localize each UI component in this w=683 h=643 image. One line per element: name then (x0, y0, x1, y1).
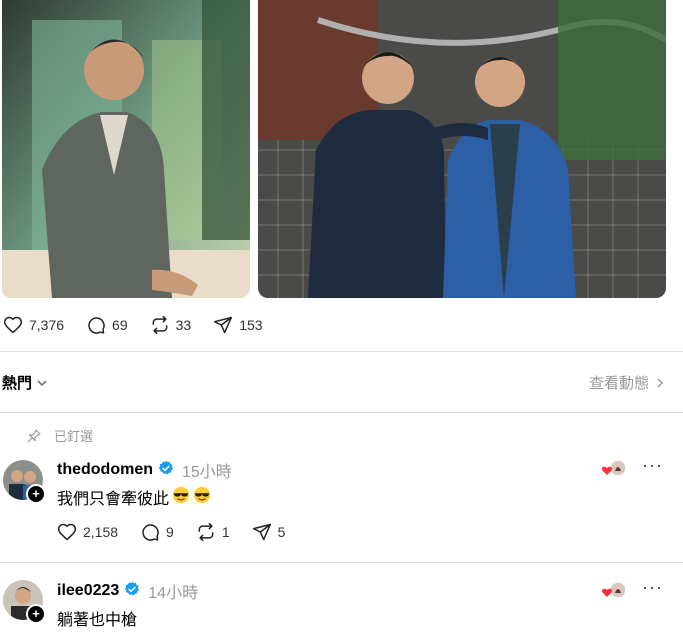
follow-plus-icon[interactable]: + (26, 604, 46, 624)
post-image-1[interactable] (2, 0, 250, 298)
post-action-bar: 7,376 69 33 153 (3, 315, 285, 335)
comment-icon (142, 524, 159, 541)
verified-badge-icon (124, 581, 140, 602)
repost-count: 1 (221, 524, 230, 540)
view-activity-label: 查看動態 (588, 375, 649, 392)
sunglasses-face-icon (193, 486, 211, 509)
send-icon (214, 316, 233, 334)
divider (0, 351, 683, 352)
chevron-down-icon (37, 379, 47, 386)
like-button[interactable]: 7,376 (3, 315, 64, 335)
comment-button[interactable]: 69 (86, 315, 128, 335)
more-options-button[interactable]: ··· (642, 455, 663, 476)
heart-icon (57, 523, 77, 541)
sunglasses-face-icon (172, 486, 190, 509)
divider (0, 562, 683, 563)
comment-text: 躺著也中槍 (57, 612, 138, 629)
follow-plus-icon[interactable]: + (26, 484, 46, 504)
more-options-button[interactable]: ··· (642, 577, 663, 598)
author-liked-indicator[interactable] (601, 580, 627, 600)
comment-username[interactable]: thedodomen (57, 461, 153, 479)
divider (0, 412, 683, 413)
repost-button[interactable]: 33 (150, 315, 192, 335)
pinned-label: 已釘選 (54, 429, 94, 444)
post-image-2[interactable] (258, 0, 666, 298)
comment-time: 15小時 (182, 464, 232, 481)
repost-button[interactable]: 1 (196, 522, 230, 542)
sort-label: 熱門 (2, 375, 33, 392)
author-liked-indicator[interactable] (601, 458, 627, 478)
comment-action-bar: 2,158 9 1 5 (57, 522, 307, 542)
pinned-indicator: 已釘選 (26, 426, 93, 445)
comment-count: 9 (166, 524, 174, 540)
repost-icon (152, 315, 168, 335)
share-button[interactable]: 5 (252, 522, 286, 542)
comment-text: 我們只會牽彼此 (57, 491, 170, 508)
comment-count: 69 (112, 317, 128, 333)
share-count: 5 (277, 524, 286, 540)
sort-dropdown[interactable]: 熱門 (2, 372, 48, 393)
comment-username[interactable]: ilee0223 (57, 582, 119, 600)
chevron-right-icon (657, 377, 664, 388)
like-button[interactable]: 2,158 (57, 522, 118, 542)
repost-icon (198, 522, 214, 542)
like-count: 7,376 (29, 317, 65, 333)
pin-icon (27, 428, 41, 442)
verified-badge-icon (158, 460, 174, 481)
comment-time: 14小時 (148, 585, 199, 602)
comment-button[interactable]: 9 (140, 522, 174, 542)
like-count: 2,158 (83, 524, 119, 540)
comment-icon (88, 317, 105, 334)
view-activity-link[interactable]: 查看動態 (589, 372, 665, 393)
share-count: 153 (239, 317, 263, 333)
send-icon (252, 523, 271, 541)
share-button[interactable]: 153 (213, 315, 263, 335)
repost-count: 33 (175, 317, 192, 333)
heart-icon (3, 316, 23, 334)
